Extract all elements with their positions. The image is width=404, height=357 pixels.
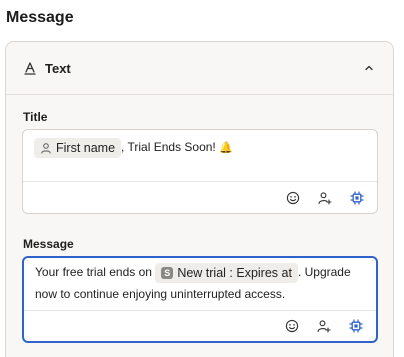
add-person-icon[interactable] <box>317 319 331 333</box>
person-icon <box>40 142 52 154</box>
message-text-before: Your free trial ends on <box>35 265 156 279</box>
chip-icon[interactable] <box>349 319 363 333</box>
message-toolbar <box>24 310 376 341</box>
text-format-icon <box>23 61 37 75</box>
message-content[interactable]: Your free trial ends on S New trial : Ex… <box>24 258 376 305</box>
emoji-icon[interactable] <box>286 191 300 205</box>
first-name-chip[interactable]: First name <box>34 137 122 158</box>
title-editor[interactable]: First name , Trial Ends Soon! 🔔 <box>22 129 378 214</box>
page-title: Message <box>6 9 74 26</box>
segment-badge: S <box>161 266 174 279</box>
chip-label: New trial : Expires at <box>177 265 292 280</box>
title-text: , Trial Ends Soon! <box>121 140 220 154</box>
text-panel: Text Title First name , Trial Ends Soon!… <box>5 41 394 357</box>
expires-at-chip[interactable]: S New trial : Expires at <box>155 262 298 283</box>
panel-title: Text <box>45 60 71 76</box>
emoji-icon[interactable] <box>285 319 299 333</box>
title-toolbar <box>23 181 377 213</box>
title-content[interactable]: First name , Trial Ends Soon! 🔔 <box>23 130 377 159</box>
bell-emoji: 🔔 <box>219 142 233 154</box>
title-label: Title <box>23 110 48 124</box>
add-person-icon[interactable] <box>318 191 332 205</box>
chip-icon[interactable] <box>350 190 364 205</box>
chevron-up-icon[interactable] <box>363 62 375 74</box>
chip-label: First name <box>56 140 116 155</box>
message-editor[interactable]: Your free trial ends on S New trial : Ex… <box>22 256 378 343</box>
message-label: Message <box>23 237 74 251</box>
panel-header[interactable]: Text <box>6 42 393 95</box>
